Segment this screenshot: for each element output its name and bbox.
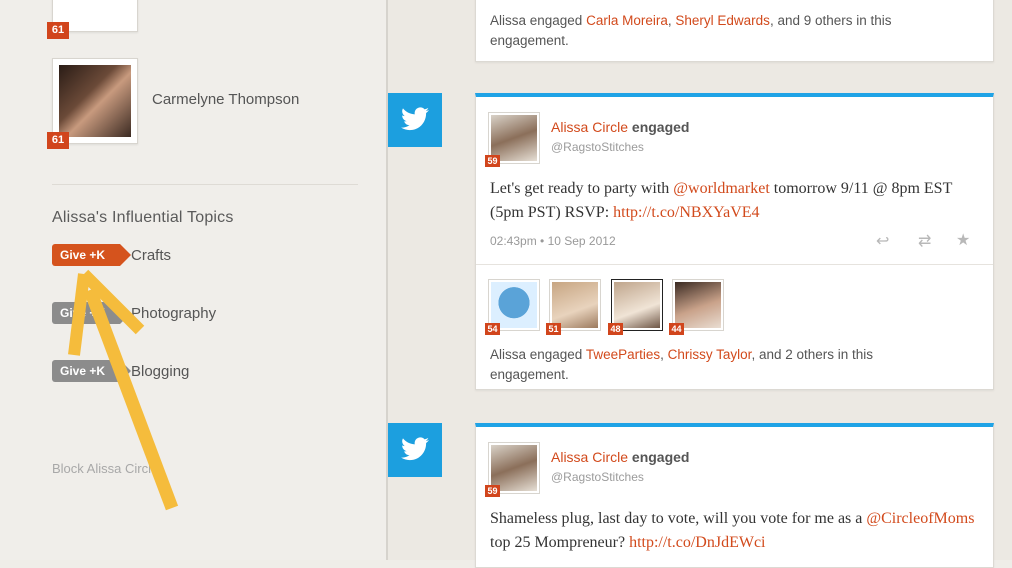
retweet-icon[interactable]: ⇄ [918, 231, 931, 251]
twitter-bird-icon [401, 107, 429, 131]
author-link[interactable]: Alissa Circle [551, 119, 628, 135]
author-handle[interactable]: @RagstoStitches [551, 140, 644, 154]
user-name[interactable]: Carmelyne Thompson [152, 91, 299, 108]
engager-link[interactable]: Chrissy Taylor [668, 347, 752, 362]
klout-score-badge: 59 [485, 485, 500, 497]
tweet-timestamp[interactable]: 02:43pm • 10 Sep 2012 [490, 234, 616, 248]
engager-link[interactable]: TweeParties [586, 347, 660, 362]
tweet-card: 59 Alissa Circle engaged @RagstoStitches… [475, 423, 994, 568]
section-title: Alissa's Influential Topics [52, 209, 234, 226]
tweet-text: Let's get ready to party with @worldmark… [490, 180, 953, 221]
klout-score-badge: 54 [485, 323, 500, 335]
twitter-source-badge [388, 423, 442, 477]
avatar-photo [614, 282, 660, 328]
author-link[interactable]: Alissa Circle [551, 449, 628, 465]
engagement-summary: Alissa engaged TweeParties, Chrissy Tayl… [490, 347, 874, 382]
avatar-photo [491, 282, 537, 328]
tweet-text: Shameless plug, last day to vote, will y… [490, 510, 975, 551]
reply-icon[interactable]: ↩ [876, 231, 889, 251]
klout-score-badge: 59 [485, 155, 500, 167]
avatar-photo [552, 282, 598, 328]
tweet-card: 59 Alissa Circle engaged @RagstoStitches… [475, 93, 994, 390]
twitter-source-badge [388, 93, 442, 147]
url-link[interactable]: http://t.co/NBXYaVE4 [613, 204, 759, 221]
twitter-bird-icon [401, 437, 429, 461]
klout-score-badge: 61 [47, 132, 69, 149]
mention-link[interactable]: @worldmarket [673, 180, 769, 197]
klout-score-badge: 51 [546, 323, 561, 335]
mention-link[interactable]: @CircleofMoms [866, 510, 974, 527]
engagement-card: Alissa engaged Carla Moreira, Sheryl Edw… [475, 0, 994, 62]
engagement-summary: Alissa engaged Carla Moreira, Sheryl Edw… [490, 13, 892, 48]
engager-link[interactable]: Sheryl Edwards [675, 13, 770, 28]
author-handle[interactable]: @RagstoStitches [551, 470, 644, 484]
tweet-header: Alissa Circle engaged [551, 119, 690, 135]
klout-score-badge: 61 [47, 22, 69, 39]
divider [476, 264, 993, 265]
annotation-arrow [68, 269, 179, 511]
sidebar: 61 61 Carmelyne Thompson Alissa's Influe… [0, 0, 386, 560]
avatar-photo [675, 282, 721, 328]
url-link[interactable]: http://t.co/DnJdEWci [629, 534, 765, 551]
engager-link[interactable]: Carla Moreira [586, 13, 668, 28]
divider [52, 184, 358, 185]
favorite-icon[interactable]: ★ [956, 230, 970, 250]
tweet-header: Alissa Circle engaged [551, 449, 690, 465]
avatar-photo [59, 65, 131, 137]
klout-score-badge: 44 [669, 323, 684, 335]
klout-score-badge: 48 [608, 323, 623, 335]
